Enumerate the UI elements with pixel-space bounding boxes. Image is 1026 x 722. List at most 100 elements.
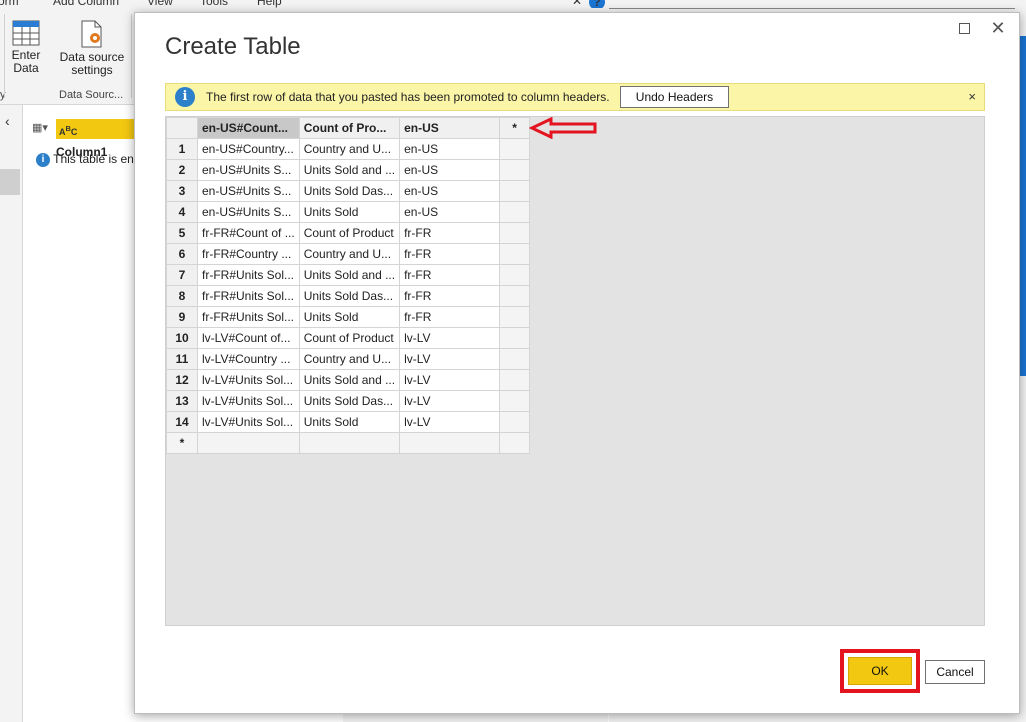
- table-cell[interactable]: en-US: [399, 201, 501, 223]
- cancel-button[interactable]: Cancel: [925, 660, 985, 684]
- divider: [609, 8, 1015, 9]
- data-entry-table: en-US#Count... Count of Pro... en-US * 1…: [166, 117, 531, 454]
- menu-view[interactable]: View: [147, 0, 173, 8]
- table-cell[interactable]: fr-FR: [399, 222, 501, 244]
- menu-help[interactable]: Help: [257, 0, 282, 8]
- table-row: 9 fr-FR#Units Sol... Units Sold fr-FR: [166, 306, 531, 328]
- table-cell[interactable]: lv-LV: [399, 390, 501, 412]
- bg-close-icon[interactable]: ✕: [572, 0, 582, 8]
- table-cell[interactable]: en-US: [399, 180, 501, 202]
- add-column-header[interactable]: *: [499, 117, 531, 139]
- new-row[interactable]: *: [166, 432, 531, 454]
- table-cell[interactable]: fr-FR#Count of ...: [197, 222, 300, 244]
- column-header[interactable]: en-US: [399, 117, 501, 139]
- column1-header[interactable]: ABC Column1: [56, 119, 136, 159]
- row-number: 8: [166, 285, 198, 307]
- empty-cell[interactable]: [499, 222, 531, 244]
- menu-add-column[interactable]: Add Column: [53, 0, 119, 8]
- table-cell[interactable]: Units Sold: [298, 201, 401, 223]
- table-menu-icon[interactable]: ▦▾: [32, 121, 48, 134]
- ribbon-separator: [131, 14, 132, 98]
- table-cell[interactable]: Units Sold Das...: [298, 285, 401, 307]
- table-cell[interactable]: Units Sold and ...: [298, 369, 401, 391]
- empty-cell[interactable]: [499, 369, 531, 391]
- table-cell[interactable]: en-US: [399, 138, 501, 160]
- empty-cell[interactable]: [499, 264, 531, 286]
- undo-headers-button[interactable]: Undo Headers: [620, 86, 729, 108]
- table-cell[interactable]: fr-FR: [399, 243, 501, 265]
- ok-button[interactable]: OK: [848, 657, 912, 685]
- table-row: 3 en-US#Units S... Units Sold Das... en-US: [166, 180, 531, 202]
- table-cell[interactable]: fr-FR: [399, 285, 501, 307]
- table-cell[interactable]: lv-LV#Units Sol...: [197, 369, 300, 391]
- empty-cell[interactable]: [499, 327, 531, 349]
- empty-cell[interactable]: [197, 432, 300, 454]
- table-cell[interactable]: lv-LV: [399, 327, 501, 349]
- table-cell[interactable]: fr-FR: [399, 264, 501, 286]
- table-cell[interactable]: fr-FR#Country ...: [197, 243, 300, 265]
- table-cell[interactable]: Units Sold: [298, 411, 401, 433]
- background-menubar: orm Add Column View Tools Help ✕ ?: [0, 0, 610, 8]
- table-cell[interactable]: Units Sold Das...: [298, 180, 401, 202]
- empty-cell[interactable]: [298, 432, 401, 454]
- table-cell[interactable]: Units Sold: [298, 306, 401, 328]
- empty-cell[interactable]: [499, 243, 531, 265]
- table-cell[interactable]: fr-FR#Units Sol...: [197, 306, 300, 328]
- empty-cell[interactable]: [499, 432, 531, 454]
- background-info-text: This table is en: [53, 152, 134, 166]
- new-row-marker: *: [166, 432, 198, 454]
- help-icon[interactable]: ?: [589, 0, 605, 8]
- close-icon: ✕: [990, 18, 1006, 38]
- empty-cell[interactable]: [499, 411, 531, 433]
- info-bar-close-icon[interactable]: ×: [968, 89, 976, 104]
- table-cell[interactable]: Count of Product: [298, 222, 401, 244]
- table-cell[interactable]: Count of Product: [298, 327, 401, 349]
- empty-cell[interactable]: [499, 201, 531, 223]
- promoted-headers-info-bar: i The first row of data that you pasted …: [165, 83, 985, 111]
- empty-cell[interactable]: [399, 432, 501, 454]
- table-cell[interactable]: lv-LV: [399, 369, 501, 391]
- column-header[interactable]: Count of Pro...: [298, 117, 401, 139]
- table-cell[interactable]: fr-FR#Units Sol...: [197, 285, 300, 307]
- table-cell[interactable]: en-US: [399, 159, 501, 181]
- table-cell[interactable]: en-US#Units S...: [197, 201, 300, 223]
- table-cell[interactable]: lv-LV: [399, 348, 501, 370]
- table-cell[interactable]: Units Sold Das...: [298, 390, 401, 412]
- table-cell[interactable]: fr-FR#Units Sol...: [197, 264, 300, 286]
- enter-data-button[interactable]: Enter Data: [6, 20, 46, 75]
- empty-cell[interactable]: [499, 348, 531, 370]
- table-cell[interactable]: lv-LV#Country ...: [197, 348, 300, 370]
- column-header[interactable]: en-US#Count...: [197, 117, 300, 139]
- table-cell[interactable]: Country and U...: [298, 138, 401, 160]
- table-cell[interactable]: en-US#Units S...: [197, 180, 300, 202]
- settings-document-icon: [81, 20, 102, 48]
- empty-cell[interactable]: [499, 159, 531, 181]
- table-cell[interactable]: en-US#Country...: [197, 138, 300, 160]
- data-source-settings-button[interactable]: Data source settings: [56, 20, 128, 77]
- empty-cell[interactable]: [499, 390, 531, 412]
- table-cell[interactable]: lv-LV#Count of...: [197, 327, 300, 349]
- table-cell[interactable]: fr-FR: [399, 306, 501, 328]
- empty-cell[interactable]: [499, 180, 531, 202]
- table-cell[interactable]: Units Sold and ...: [298, 264, 401, 286]
- empty-cell[interactable]: [499, 138, 531, 160]
- collapse-chevron-icon[interactable]: ‹: [5, 113, 10, 129]
- table-cell[interactable]: lv-LV#Units Sol...: [197, 411, 300, 433]
- enter-data-label: Enter Data: [11, 48, 41, 75]
- close-button[interactable]: ✕: [987, 17, 1009, 39]
- table-cell[interactable]: lv-LV: [399, 411, 501, 433]
- table-cell[interactable]: lv-LV#Units Sol...: [197, 390, 300, 412]
- table-cell[interactable]: Units Sold and ...: [298, 159, 401, 181]
- row-number: 7: [166, 264, 198, 286]
- queries-collapsed-pane: ‹: [0, 105, 23, 722]
- table-cell[interactable]: en-US#Units S...: [197, 159, 300, 181]
- info-icon: i: [175, 87, 195, 107]
- menu-transform[interactable]: orm: [0, 0, 19, 8]
- table-cell[interactable]: Country and U...: [298, 348, 401, 370]
- maximize-button[interactable]: [953, 17, 975, 39]
- empty-cell[interactable]: [499, 306, 531, 328]
- empty-cell[interactable]: [499, 285, 531, 307]
- table-cell[interactable]: Country and U...: [298, 243, 401, 265]
- menu-tools[interactable]: Tools: [200, 0, 228, 8]
- table-row: 5 fr-FR#Count of ... Count of Product fr-FR: [166, 222, 531, 244]
